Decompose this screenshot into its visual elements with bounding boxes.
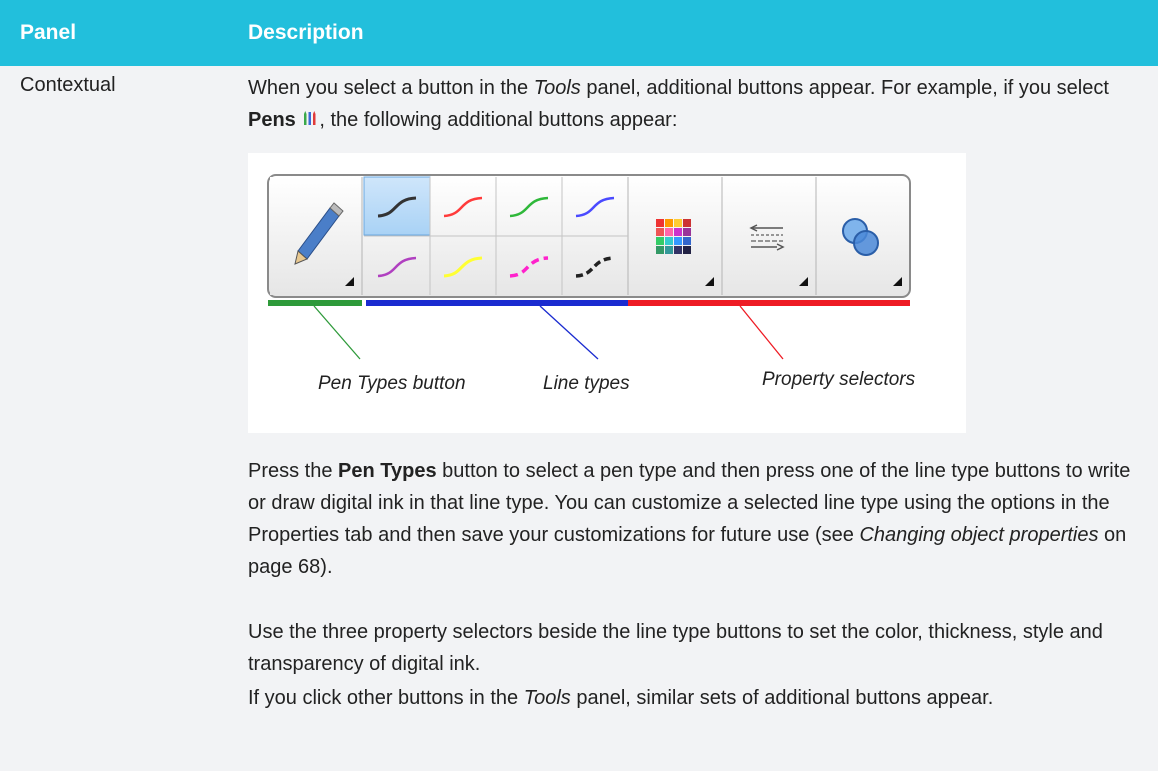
pens-label: Pens [248, 109, 296, 131]
panel-name-cell: Contextual [20, 74, 116, 96]
column-header-panel: Panel [20, 21, 77, 44]
pens-icon [301, 106, 319, 125]
description-paragraph-4: If you click other buttons in the Tools … [248, 682, 1138, 714]
description-paragraph-1: When you select a button in the Tools pa… [248, 72, 1138, 136]
text-run: panel, additional buttons appear. For ex… [580, 77, 1109, 99]
toolbar-diagram: Pen Types button Line types Property sel… [267, 174, 916, 394]
property-selectors-bar [628, 300, 910, 306]
tools-panel-ref: Tools [523, 687, 571, 709]
line-types-caption: Line types [543, 373, 630, 394]
pen-types-caption: Pen Types button [318, 373, 466, 394]
table-header-row: Panel Description [0, 0, 1158, 66]
pens-toolbar-figure: Pen Types button Line types Property sel… [248, 153, 966, 433]
text-run: panel, similar sets of additional button… [570, 687, 994, 709]
line-types-bar [366, 300, 628, 306]
property-leader-line [739, 305, 784, 360]
text-run: Press the [248, 460, 339, 482]
description-paragraph-3: Use the three property selectors beside … [248, 621, 1103, 675]
text-run: , the following additional buttons appea… [319, 109, 678, 131]
pen-types-label: Pen Types [338, 460, 437, 482]
pen-types-leader-line [313, 305, 361, 360]
text-run: If you click other buttons in the [248, 687, 524, 709]
description-paragraph-2: Press the Pen Types button to select a p… [248, 455, 1138, 583]
text-run: When you select a button in the [248, 77, 534, 99]
property-selectors-caption: Property selectors [762, 369, 916, 390]
pen-types-button[interactable] [270, 177, 363, 295]
line-types-leader-line [539, 305, 599, 360]
cross-reference-link[interactable]: Changing object properties [859, 524, 1098, 546]
column-header-description: Description [248, 21, 364, 44]
pen-types-bar [268, 300, 362, 306]
tools-panel-ref: Tools [533, 77, 581, 99]
